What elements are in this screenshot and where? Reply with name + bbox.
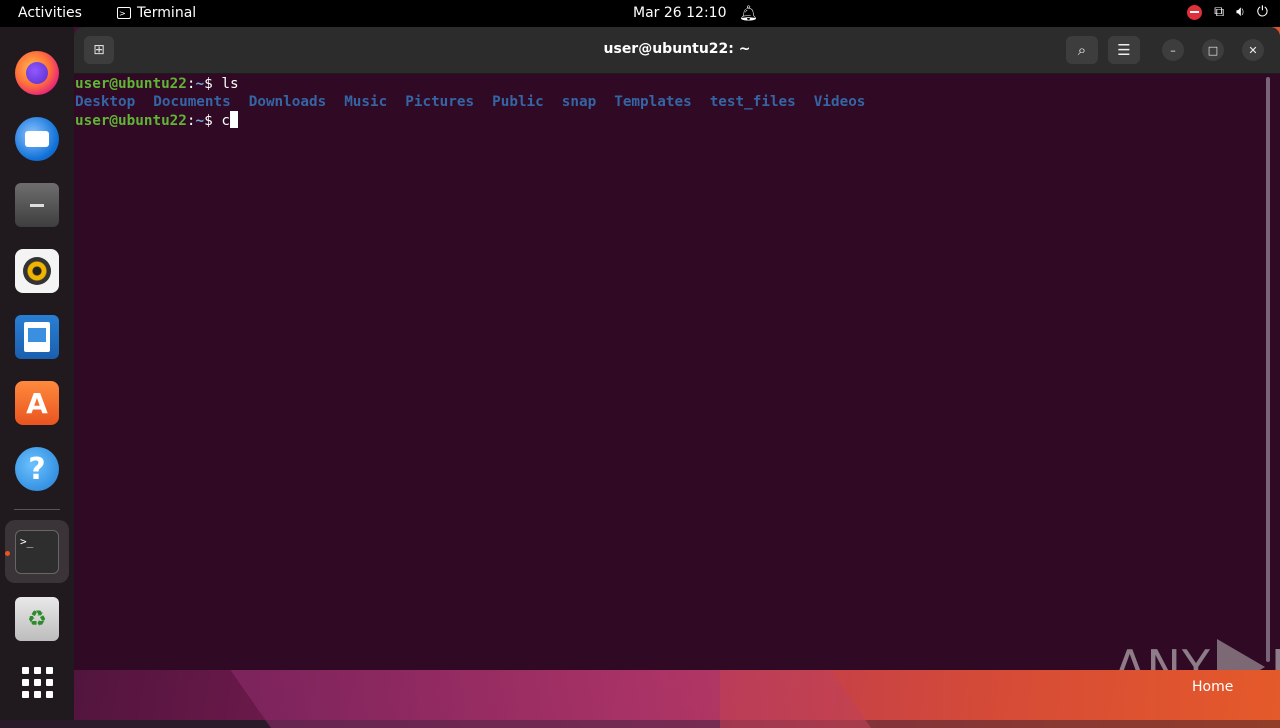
scrollbar[interactable] — [1266, 77, 1270, 662]
menu-button[interactable]: ☰ — [1108, 36, 1140, 64]
thunderbird-icon[interactable] — [15, 117, 59, 161]
running-indicator — [5, 551, 10, 556]
trash-icon[interactable]: ♻ — [15, 597, 59, 641]
terminal-app-icon: > — [117, 7, 131, 19]
clock[interactable]: Mar 26 12:10 — [633, 5, 726, 21]
directory-entry: Music — [344, 94, 388, 110]
directory-entry: Desktop — [75, 94, 136, 110]
home-desktop-icon-label[interactable]: Home — [1192, 679, 1233, 695]
directory-entry: Templates — [614, 94, 692, 110]
ls-output: Desktop Documents Downloads Music Pictures Pu… — [75, 93, 883, 111]
activities-button[interactable]: Activities — [18, 5, 82, 21]
power-icon[interactable]: ⏻ — [1257, 4, 1268, 20]
app-center-icon[interactable]: A — [15, 381, 59, 425]
notification-bell-icon[interactable]: 🔔︎ — [739, 4, 758, 22]
dock: A ? >_ ♻ — [0, 27, 74, 720]
help-icon[interactable]: ? — [15, 447, 59, 491]
terminal-input-line[interactable]: user@ubuntu22:~$ c — [75, 111, 238, 130]
directory-entry: Pictures — [405, 94, 475, 110]
show-applications-icon[interactable] — [15, 660, 59, 704]
directory-entry: test_files — [709, 94, 796, 110]
app-menu-label: Terminal — [137, 5, 197, 21]
terminal-window: ⊞ user@ubuntu22: ~ ⌕ ☰ – □ ✕ user@ubuntu… — [74, 27, 1280, 670]
directory-entry: Public — [492, 94, 544, 110]
directory-entry: Documents — [153, 94, 231, 110]
dock-separator — [14, 509, 60, 510]
maximize-button[interactable]: □ — [1202, 39, 1224, 61]
anyrun-watermark: ANYRUN — [1114, 639, 1280, 670]
directory-entry: snap — [561, 94, 597, 110]
firefox-icon[interactable] — [15, 51, 59, 95]
text-cursor — [229, 111, 238, 128]
files-icon[interactable] — [15, 183, 59, 227]
directory-entry: Videos — [813, 94, 866, 110]
libreoffice-writer-icon[interactable] — [15, 315, 59, 359]
terminal-output[interactable]: user@ubuntu22:~$ ls Desktop Documents Down… — [74, 73, 1264, 670]
close-button[interactable]: ✕ — [1242, 39, 1264, 61]
typed-command: c — [221, 113, 230, 129]
terminal-icon[interactable]: >_ — [15, 530, 59, 574]
app-menu[interactable]: > Terminal — [117, 5, 196, 21]
minimize-button[interactable]: – — [1162, 39, 1184, 61]
directory-entry: Downloads — [248, 94, 327, 110]
top-bar: Activities > Terminal Mar 26 12:10 🔔︎ ⧉ … — [0, 0, 1280, 27]
network-icon[interactable]: ⧉ — [1214, 4, 1224, 20]
system-tray[interactable]: ⧉ 🔉︎ ⏻ — [1187, 4, 1268, 20]
search-button[interactable]: ⌕ — [1066, 36, 1098, 64]
terminal-line: user@ubuntu22:~$ ls — [75, 76, 239, 92]
window-title: user@ubuntu22: ~ — [603, 41, 751, 57]
volume-icon[interactable]: 🔉︎ — [1236, 4, 1245, 20]
wallpaper-shape — [720, 668, 1280, 728]
do-not-disturb-icon[interactable] — [1187, 4, 1203, 20]
title-bar[interactable]: ⊞ user@ubuntu22: ~ ⌕ ☰ – □ ✕ — [74, 27, 1280, 74]
rhythmbox-icon[interactable] — [15, 249, 59, 293]
